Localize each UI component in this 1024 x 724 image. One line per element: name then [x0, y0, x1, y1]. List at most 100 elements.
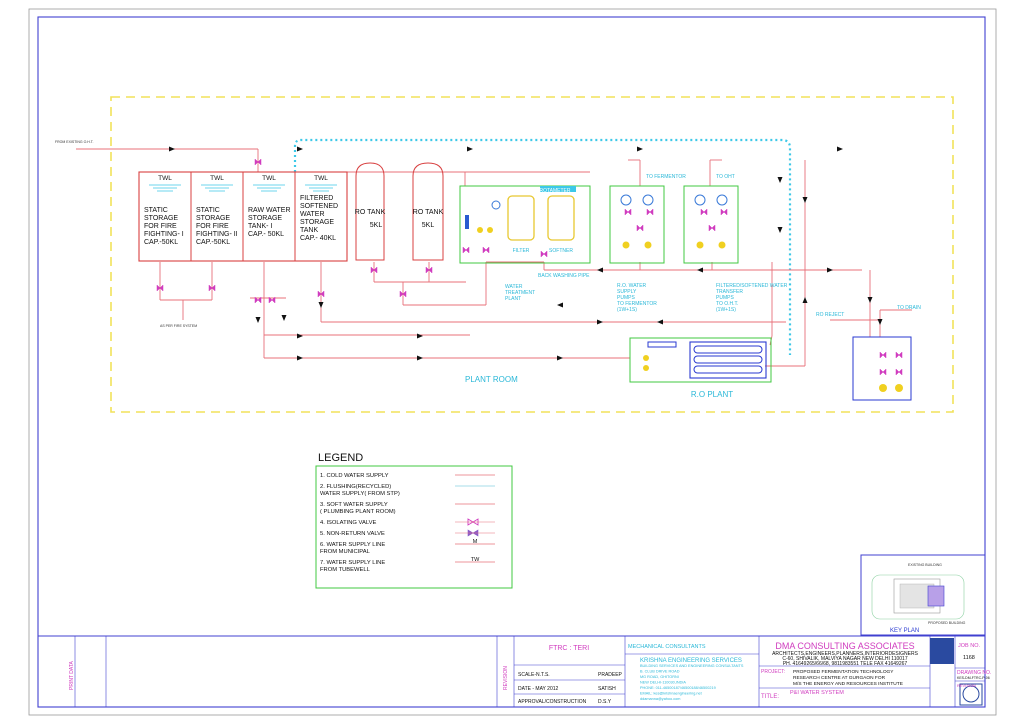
drain-pump-box: RO REJECT TO DRAIN: [816, 305, 921, 401]
flow-arrow-icon: [637, 146, 643, 152]
flow-arrow-icon: [877, 319, 883, 325]
source-label: FROM EXISTING O.H.T.: [55, 140, 94, 144]
transfer-5: (1W+1S): [716, 307, 736, 313]
tank-4-line: SOFTENED: [300, 203, 338, 210]
key-plan-proposed: PROPOSED BUILDING: [928, 621, 966, 625]
legend-item-text: WATER SUPPLY( FROM STP): [320, 491, 400, 497]
job-no: 1168: [963, 655, 975, 661]
water-treatment-plant: ROTAMETER FILTER SOFTNER BACK WASHING PI…: [459, 185, 591, 302]
softner-label: SOFTNER: [549, 248, 573, 254]
isolating-valve-icon: [700, 208, 708, 216]
isolating-valve-icon: [895, 351, 903, 359]
tank-3-line: RAW WATER: [248, 207, 291, 214]
storage-tanks: TWLSTATICSTORAGEFOR FIREFIGHTING- ICAP.-…: [138, 171, 348, 262]
title-block: PRINT DATA REVISION FTRC : TERI SCALE-N.…: [38, 635, 991, 707]
flow-arrow-icon: [697, 267, 703, 273]
rotameter-label: ROTAMETER: [539, 188, 570, 194]
isolating-valve-icon: [879, 351, 887, 359]
tank-1-line: CAP.-50KL: [144, 239, 178, 246]
project-line-1: PROPOSED FERMENTATION TECHNOLOGY: [793, 669, 894, 675]
tank-2-line: STORAGE: [196, 215, 230, 222]
isolating-valve-icon: [879, 368, 887, 376]
flow-arrow-icon: [297, 146, 303, 152]
print-data-label: PRINT DATA: [69, 660, 75, 690]
ro-plant: R.O PLANT: [629, 337, 772, 399]
flow-arrow-icon: [597, 319, 603, 325]
tank-2-line: CAP.-50KL: [196, 239, 230, 246]
flow-arrow-icon: [802, 297, 808, 303]
legend-line-symbol: M: [473, 539, 478, 545]
flow-arrow-icon: [777, 227, 783, 233]
legend-item-text: ( PLUMBING PLANT ROOM): [320, 509, 396, 515]
legend-item-text: 1. COLD WATER SUPPLY: [320, 473, 389, 479]
back-washing-label: BACK WASHING PIPE: [538, 273, 590, 279]
tank-1-line: STATIC: [144, 207, 168, 214]
legend: LEGEND 1. COLD WATER SUPPLY 2. FLUSHING(R…: [315, 452, 513, 589]
ro-tank-1-label: RO TANK: [355, 209, 386, 216]
tank-head-4: TWL: [314, 175, 328, 182]
key-plan: EXISTING BUILDING PROPOSED BUILDING KEY …: [860, 554, 986, 636]
consultant-line: EMAIL: kes@krishnaengineering.net: [640, 692, 703, 696]
ro-tank-1-cap: 5KL: [370, 222, 383, 229]
consultant-line: ddamanna@yahoo.com: [640, 697, 680, 701]
ro-tank-2-label: RO TANK: [413, 209, 444, 216]
mech-consultants: MECHANICAL CONSULTANTS: [628, 644, 706, 650]
legend-item-text: 5. NON-RETURN VALVE: [320, 531, 385, 537]
to-drain-label: TO DRAIN: [897, 305, 921, 311]
consultant-line: B. CLUB DRIVE ROAD: [640, 670, 680, 674]
flow-arrow-icon: [297, 333, 303, 339]
drawing-no: KES-DM-FTRC-P-06: [957, 676, 990, 680]
tank-2-line: STATIC: [196, 207, 220, 214]
tank-4-line: FILTERED: [300, 195, 333, 202]
key-plan-title: KEY PLAN: [890, 628, 919, 634]
tank-3-line: STORAGE: [248, 215, 282, 222]
flow-arrow-icon: [255, 317, 261, 323]
filter-label: FILTER: [513, 248, 530, 254]
tank-head-2: TWL: [210, 175, 224, 182]
tank-3-line: CAP.- 50KL: [248, 231, 284, 238]
approval-label: APPROVAL/CONSTRUCTION: [518, 699, 587, 705]
consultant-line: NEW DELHI-110030,INDIA: [640, 681, 686, 685]
architect-line-3: PH. 41649265/66/68, 9811983551 TELE FAX …: [783, 661, 908, 667]
flow-arrow-icon: [417, 333, 423, 339]
drawn-by: PRADEEP: [598, 672, 623, 678]
tank-1-line: STORAGE: [144, 215, 178, 222]
flow-arrow-icon: [867, 297, 873, 303]
tank-4-line: WATER: [300, 211, 325, 218]
tank-4-line: TANK: [300, 227, 318, 234]
legend-item-text: 4. ISOLATING VALVE: [320, 520, 377, 526]
legend-item-text: FROM MUNICIPAL: [320, 549, 371, 555]
ro-reject-label: RO REJECT: [816, 312, 844, 318]
isolating-valve-icon: [482, 246, 490, 254]
plant-room-label: PLANT ROOM: [465, 375, 518, 384]
flow-arrow-icon: [827, 267, 833, 273]
isolating-valve-icon: [646, 208, 654, 216]
tank-head-1: TWL: [158, 175, 172, 182]
revision-side-label: REVISION: [503, 666, 509, 690]
ro-supply-5: (1W+1S): [617, 307, 637, 313]
flow-arrow-icon: [318, 302, 324, 308]
to-oht-label: TO OHT: [716, 174, 735, 180]
legend-item-text: 2. FLUSHING(RECYCLED): [320, 484, 391, 490]
flow-arrow-icon: [597, 267, 603, 273]
consultant-line: PHONE: 011-46500187/46500188/46500219: [640, 686, 716, 690]
tank-2-line: FOR FIRE: [196, 223, 229, 230]
isolating-valve-icon: [540, 250, 548, 258]
flow-arrow-icon: [467, 146, 473, 152]
legend-item-text: 7. WATER SUPPLY LINE: [320, 560, 385, 566]
isolating-valve-icon: [636, 224, 644, 232]
isolating-valve-icon: [462, 246, 470, 254]
isolating-valve-icon: [624, 208, 632, 216]
drawing-title: P&I WATER SYSTEM: [790, 690, 844, 696]
inner-border: [37, 16, 986, 708]
pid-drawing: FROM EXISTING O.H.T. TWLSTATICSTORAGEFOR…: [28, 8, 997, 716]
legend-item-text: 3. SOFT WATER SUPPLY: [320, 502, 388, 508]
tank-4-line: CAP.- 40KL: [300, 235, 336, 242]
flow-arrow-icon: [297, 355, 303, 361]
flow-arrow-icon: [802, 197, 808, 203]
approved-by: D.S.Y: [598, 699, 612, 705]
fire-system-label: AS PER FIRE SYSTEM: [160, 324, 197, 328]
wtp-label-3: PLANT: [505, 296, 521, 302]
ro-plant-label: R.O PLANT: [691, 390, 733, 399]
project-line-3: M/S THE ENERGY AND RESOURCES INSTITUTE: [793, 681, 903, 687]
